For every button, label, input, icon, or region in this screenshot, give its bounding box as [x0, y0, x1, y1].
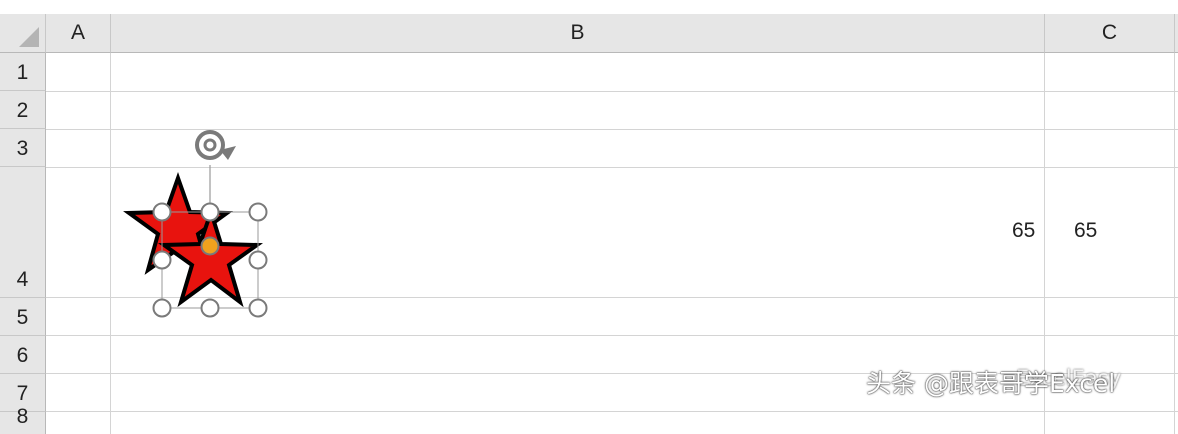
resize-handle-bottom-left[interactable]	[152, 298, 172, 318]
watermark-text: 头条 @跟表哥学Excel	[866, 369, 1116, 398]
select-all-button[interactable]	[0, 14, 46, 53]
gridline-horizontal	[46, 129, 1178, 130]
gridline-horizontal	[46, 91, 1178, 92]
row-header-3[interactable]: 3	[0, 129, 46, 167]
resize-handle-bottom-right[interactable]	[248, 298, 268, 318]
resize-handle-top[interactable]	[200, 202, 220, 222]
row-header-5[interactable]: 5	[0, 298, 46, 336]
gridline-vertical	[110, 53, 111, 434]
cell-b4[interactable]: 65	[1012, 219, 1035, 243]
row-header-6[interactable]: 6	[0, 336, 46, 374]
top-strip	[0, 0, 1178, 14]
column-header-b[interactable]: B	[111, 14, 1045, 53]
gridline-horizontal	[46, 297, 1178, 298]
resize-handle-left[interactable]	[152, 250, 172, 270]
gridline-horizontal	[46, 167, 1178, 168]
row-header-2[interactable]: 2	[0, 91, 46, 129]
resize-handle-bottom[interactable]	[200, 298, 220, 318]
select-all-triangle-icon	[19, 27, 39, 47]
rotate-handle-icon[interactable]	[195, 130, 236, 160]
gridline-vertical	[1174, 53, 1175, 434]
column-header-c[interactable]: C	[1045, 14, 1175, 53]
gridline-horizontal	[46, 335, 1178, 336]
row-header-8[interactable]: 8	[0, 405, 46, 434]
resize-handle-top-right[interactable]	[248, 202, 268, 222]
gridline-horizontal	[46, 411, 1178, 412]
resize-handle-right[interactable]	[248, 250, 268, 270]
cell-c4[interactable]: 65	[1074, 219, 1097, 243]
resize-handle-top-left[interactable]	[152, 202, 172, 222]
row-header-1[interactable]: 1	[0, 53, 46, 91]
column-header-a[interactable]: A	[46, 14, 111, 53]
row-header-4[interactable]: 4	[0, 167, 46, 298]
adjustment-handle[interactable]	[200, 236, 220, 256]
spreadsheet-grid[interactable]: A B C 1 2 3 4 5 6 7 8 65 65 ExcelEasy 头条…	[0, 0, 1178, 434]
